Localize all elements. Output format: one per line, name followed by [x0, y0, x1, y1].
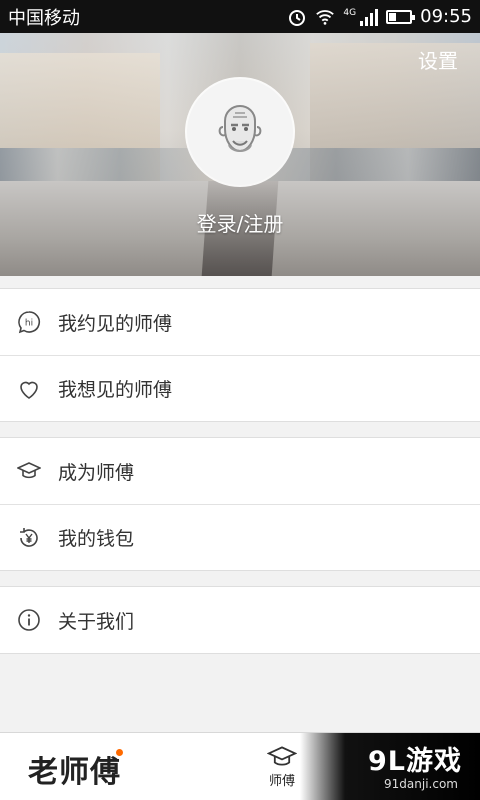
profile-header: 设置 登录/注册 [0, 33, 480, 276]
site-watermark: 9L游戏 91danji.com [300, 733, 480, 800]
network-type-label: 4G [343, 8, 357, 18]
bottom-navigation-bar: 老师傅 师傅 9L游戏 91danji.com [0, 732, 480, 800]
clock-time: 09:55 [420, 6, 472, 27]
menu-item-about-us[interactable]: 关于我们 [0, 587, 480, 653]
carrier-name: 中国移动 [8, 7, 80, 29]
yuan-refresh-icon [17, 526, 41, 550]
menu-item-label: 我的钱包 [58, 528, 135, 550]
menu-group-about: 关于我们 [0, 586, 480, 654]
battery-icon [386, 9, 416, 24]
app-logo: 老师傅 [28, 755, 121, 790]
menu-item-label: 成为师傅 [58, 461, 135, 484]
login-register-link[interactable]: 登录/注册 [0, 208, 480, 237]
svg-text:hi: hi [25, 319, 33, 329]
hi-bubble-icon: hi [17, 310, 41, 334]
menu-item-label: 我想见的师傅 [58, 379, 173, 401]
heart-icon [17, 377, 41, 401]
menu-item-become-master[interactable]: 成为师傅 [0, 438, 480, 504]
logo-accent-dot [116, 749, 123, 756]
alarm-icon [289, 9, 306, 26]
info-icon [17, 608, 41, 632]
graduation-cap-icon [17, 459, 41, 483]
wifi-icon [316, 9, 335, 25]
watermark-url: 91danji.com [384, 777, 458, 791]
menu-item-my-appointments[interactable]: hi 我约见的师傅 [0, 289, 480, 355]
settings-button[interactable]: 设置 [418, 45, 458, 74]
menu-item-label: 我约见的师傅 [58, 312, 173, 335]
menu-item-label: 关于我们 [58, 610, 135, 633]
status-icons: 4G 09:55 [287, 6, 472, 27]
menu-group-appointments: hi 我约见的师傅 我想见的师傅 [0, 288, 480, 422]
watermark-title: 9L游戏 [368, 746, 462, 777]
avatar[interactable] [187, 79, 293, 185]
menu-item-wishlist-masters[interactable]: 我想见的师傅 [0, 355, 480, 421]
old-man-avatar-icon [218, 104, 262, 153]
graduation-cap-icon [267, 746, 297, 766]
tab-masters[interactable]: 师傅 [262, 745, 302, 789]
signal-icon [360, 8, 379, 26]
menu-group-account: 成为师傅 我的钱包 [0, 437, 480, 571]
menu-item-my-wallet[interactable]: 我的钱包 [0, 504, 480, 570]
tab-label: 师傅 [268, 774, 295, 789]
status-bar: 中国移动 4G 09:55 [0, 0, 480, 33]
